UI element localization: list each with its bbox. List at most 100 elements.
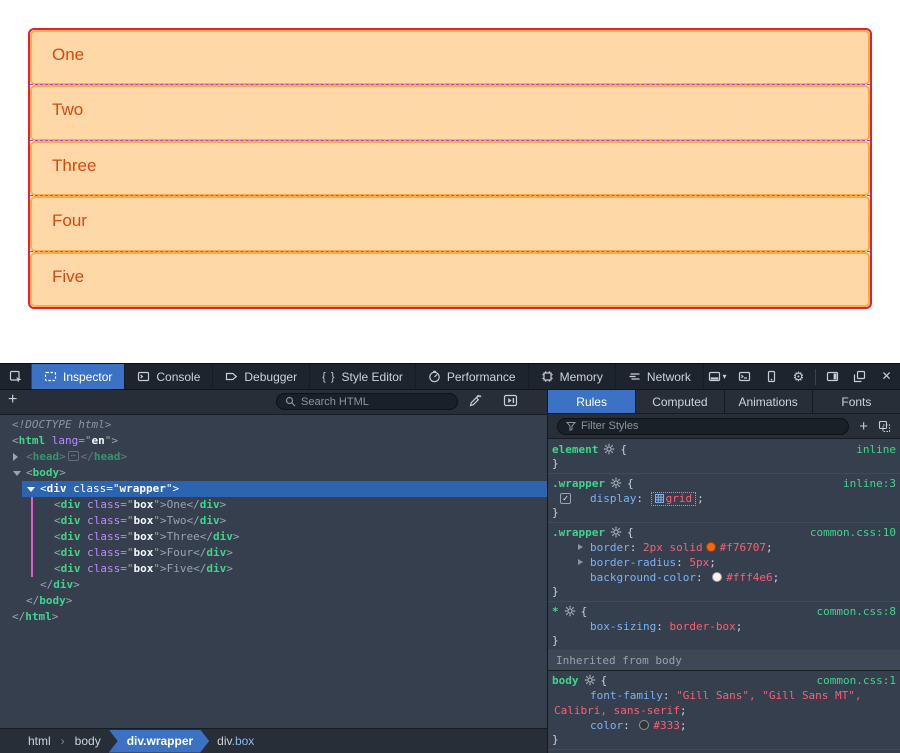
filter-styles-input[interactable] (581, 420, 840, 432)
property-name[interactable]: border-radius (590, 556, 676, 569)
property-name[interactable]: color (590, 719, 623, 732)
tab-inspector[interactable]: Inspector (32, 364, 125, 389)
property-value[interactable]: 2px solid (643, 541, 703, 554)
property-name[interactable]: box-sizing (590, 620, 656, 633)
markup-row[interactable]: </body> (0, 593, 547, 609)
property-value[interactable]: grid (666, 492, 693, 505)
settings-gear-button[interactable]: ⚙ (785, 364, 812, 390)
close-button[interactable]: ✕ (873, 364, 900, 390)
color-value[interactable]: #f76707 (720, 541, 766, 554)
expand-declaration-icon[interactable] (578, 559, 583, 565)
property-name[interactable]: background-color (590, 571, 696, 584)
collapse-arrow-icon[interactable] (13, 471, 21, 476)
declaration-checkbox[interactable]: ✓ (560, 493, 571, 504)
css-declaration[interactable]: font-family: "Gill Sans", "Gill Sans MT"… (552, 688, 896, 718)
markup-row[interactable]: </div> (0, 577, 547, 593)
rule-selector[interactable]: element (552, 443, 598, 456)
add-node-button[interactable]: + (8, 391, 17, 409)
rule-source-link[interactable]: inline (856, 443, 896, 457)
inspector-icon (44, 370, 57, 383)
markup-row[interactable]: </html> (0, 609, 547, 625)
markup-row[interactable]: <div class="wrapper"> (0, 481, 547, 497)
search-html-input[interactable] (301, 396, 449, 408)
rules-view: inlineelement{}inline:3.wrapper{✓display… (548, 439, 900, 753)
rule-selector[interactable]: * (552, 605, 559, 618)
tab-debugger[interactable]: Debugger (213, 364, 310, 389)
rule-selector[interactable]: .wrapper (552, 477, 605, 490)
rule-source-link[interactable]: common.css:8 (817, 605, 896, 619)
sidebar-tab-computed[interactable]: Computed (636, 390, 724, 413)
property-name[interactable]: border (590, 541, 630, 554)
token-punct: > (220, 514, 227, 527)
css-rule: inline:3.wrapper{✓display: grid;} (548, 474, 900, 523)
property-name[interactable]: display (590, 492, 636, 505)
breadcrumb-item[interactable]: div.wrapper (109, 730, 209, 753)
tab-performance[interactable]: Performance (416, 364, 529, 389)
markup-row[interactable]: <div class="box">Five</div> (0, 561, 547, 577)
selector-gear-icon[interactable] (610, 477, 622, 489)
add-rule-button[interactable]: + (859, 418, 868, 435)
tab-console[interactable]: Console (125, 364, 213, 389)
search-html-box[interactable] (276, 393, 458, 410)
css-declaration[interactable]: border: 2px solid#f76707; (552, 540, 896, 555)
css-declaration[interactable]: color: #333; (552, 718, 896, 733)
color-swatch[interactable] (712, 572, 722, 582)
dock-side-button[interactable] (819, 364, 846, 390)
css-declaration[interactable]: border-radius: 5px; (552, 555, 896, 570)
breadcrumb-item[interactable]: body (65, 734, 111, 748)
selector-gear-icon[interactable] (610, 526, 622, 538)
collapse-arrow-icon[interactable] (27, 487, 35, 492)
class-panel-icon[interactable] (878, 420, 891, 433)
eyedropper-icon[interactable] (468, 394, 482, 408)
rule-selector[interactable]: .wrapper (552, 526, 605, 539)
css-declaration[interactable]: background-color: #fff4e6; (552, 570, 896, 585)
filter-styles-box[interactable] (557, 418, 849, 435)
ellipsis-badge[interactable]: ⋯ (68, 451, 79, 461)
markup-row[interactable]: <!DOCTYPE html> (0, 417, 547, 433)
markup-row[interactable]: <html lang="en"> (0, 433, 547, 449)
separate-window-button[interactable] (846, 364, 873, 390)
token-tag: head (33, 450, 60, 463)
property-name[interactable]: font-family (590, 689, 663, 702)
property-value[interactable]: border-box (669, 620, 735, 633)
rule-source-link[interactable]: common.css:1 (817, 674, 896, 688)
dock-bottom-button[interactable]: ▾ (704, 364, 731, 390)
markup-row[interactable]: <div class="box">Four</div> (0, 545, 547, 561)
grid-highlighter-toggle[interactable]: grid (651, 492, 697, 506)
markup-row[interactable]: <div class="box">Three</div> (0, 529, 547, 545)
markup-row[interactable]: <head>⋯</head> (0, 449, 547, 465)
css-declaration[interactable]: ✓display: grid; (552, 491, 896, 506)
pick-element-button[interactable] (0, 364, 32, 389)
paint-preview-icon[interactable] (503, 394, 518, 407)
property-value[interactable]: 5px (689, 556, 709, 569)
token-punct: > (66, 594, 73, 607)
color-value[interactable]: #fff4e6 (726, 571, 772, 584)
selector-gear-icon[interactable] (584, 674, 596, 686)
breadcrumb-item[interactable]: html (18, 734, 61, 748)
colon: : (630, 541, 643, 554)
sidebar-tab-fonts[interactable]: Fonts (813, 390, 900, 413)
markup-row[interactable]: <div class="box">Two</div> (0, 513, 547, 529)
rule-source-link[interactable]: inline:3 (843, 477, 896, 491)
color-swatch[interactable] (706, 542, 716, 552)
responsive-mode-button[interactable] (758, 364, 785, 390)
split-console-button[interactable] (731, 364, 758, 390)
sidebar-tab-animations[interactable]: Animations (725, 390, 813, 413)
markup-row[interactable]: <body> (0, 465, 547, 481)
color-value[interactable]: #333 (653, 719, 680, 732)
css-declaration[interactable]: box-sizing: border-box; (552, 619, 896, 634)
sidebar-tab-rules[interactable]: Rules (548, 390, 636, 413)
tab-memory[interactable]: Memory (529, 364, 616, 389)
expand-declaration-icon[interactable] (578, 544, 583, 550)
rule-selector[interactable]: body (552, 674, 579, 687)
markup-row[interactable]: <div class="box">One</div> (0, 497, 547, 513)
open-brace: { (627, 477, 634, 490)
selector-gear-icon[interactable] (564, 605, 576, 617)
performance-icon (428, 370, 441, 383)
tab-network[interactable]: Network (616, 364, 704, 389)
breadcrumb-item[interactable]: div.box (207, 734, 264, 748)
color-swatch[interactable] (639, 720, 649, 730)
rule-source-link[interactable]: common.css:10 (810, 526, 896, 540)
selector-gear-icon[interactable] (603, 443, 615, 455)
tab-style-editor[interactable]: { }Style Editor (310, 364, 416, 389)
